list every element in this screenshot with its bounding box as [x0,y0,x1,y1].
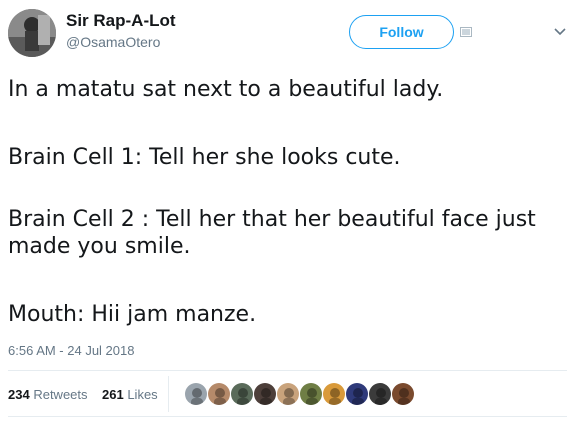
liker-avatar[interactable] [345,382,369,406]
translate-icon[interactable] [460,27,472,37]
follow-button[interactable]: Follow [349,15,454,49]
divider [8,370,567,371]
liker-avatar[interactable] [230,382,254,406]
avatar[interactable] [8,9,56,57]
tweet-line: In a matatu sat next to a beautiful lady… [8,77,444,102]
liker-avatar[interactable] [368,382,392,406]
liker-avatar[interactable] [391,382,415,406]
retweets-label: Retweets [33,387,88,402]
liker-avatar[interactable] [299,382,323,406]
tweet-line: Brain Cell 2 : Tell her that her beautif… [8,207,536,259]
chevron-down-icon[interactable] [553,26,567,36]
liker-avatar[interactable] [253,382,277,406]
tweet-line: Brain Cell 1: Tell her she looks cute. [8,145,401,170]
liker-avatar[interactable] [207,382,231,406]
liker-avatar[interactable] [322,382,346,406]
liker-avatar[interactable] [276,382,300,406]
divider [8,416,567,417]
tweet-timestamp[interactable]: 6:56 AM - 24 Jul 2018 [8,343,134,358]
likes-count: 261 [102,387,124,402]
likes-label: Likes [127,387,158,402]
retweets-count: 234 [8,387,30,402]
stats-separator [168,376,169,412]
liker-avatar[interactable] [184,382,208,406]
user-handle[interactable]: @OsamaOtero [66,34,160,50]
likes-stat[interactable]: 261 Likes [102,387,158,402]
avatar-image [8,9,56,57]
tweet-line: Mouth: Hii jam manze. [8,302,257,327]
tweet-stats: 234 Retweets 261 Likes [8,372,178,416]
tweet-header: Sir Rap-A-Lot @OsamaOtero Follow [0,0,587,66]
display-name[interactable]: Sir Rap-A-Lot [66,11,176,31]
retweets-stat[interactable]: 234 Retweets [8,387,88,402]
